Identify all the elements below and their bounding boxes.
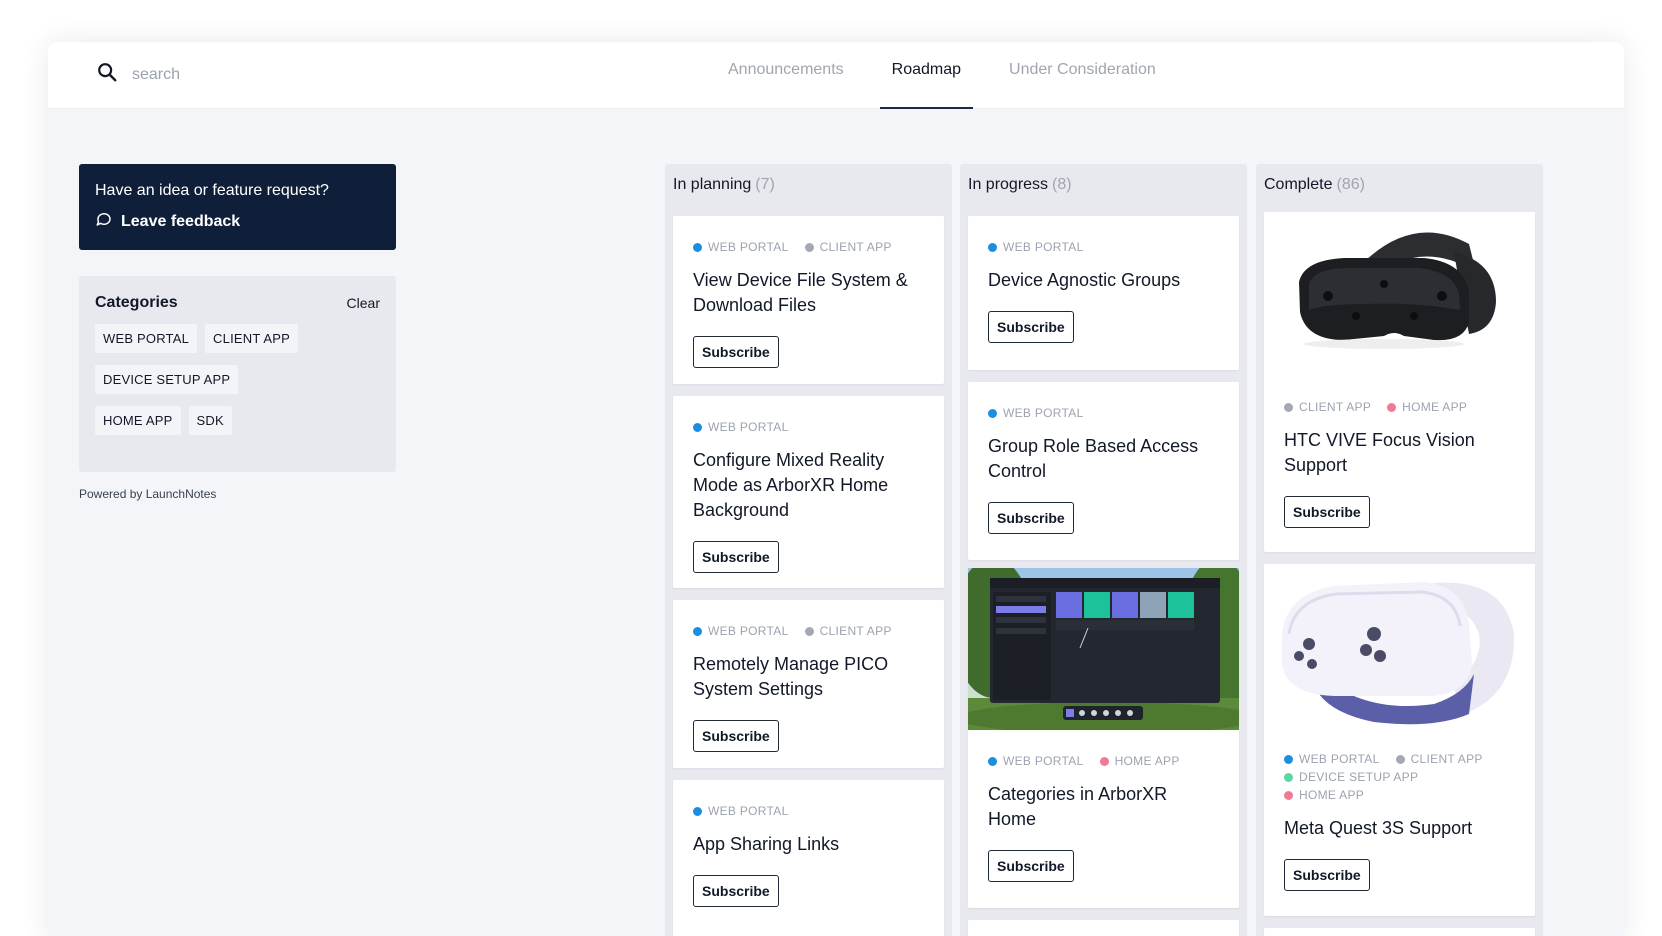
category-chip-web-portal[interactable]: WEB PORTAL	[95, 324, 198, 353]
tag-client-app: CLIENT APP	[1395, 750, 1483, 768]
subscribe-button[interactable]: Subscribe	[988, 850, 1074, 882]
subscribe-button[interactable]: Subscribe	[988, 502, 1074, 534]
roadmap-card[interactable]: WEB PORTAL CLIENT APP DEVICE SETUP APP H…	[1264, 564, 1535, 916]
category-chip-sdk[interactable]: SDK	[188, 406, 232, 435]
search-icon[interactable]	[96, 61, 118, 88]
roadmap-card[interactable]	[1264, 928, 1535, 936]
tag-client-app: CLIENT APP	[1284, 398, 1371, 416]
nav-tabs: Announcements Roadmap Under Consideratio…	[716, 42, 1192, 109]
arborxr-home-screenshot	[968, 568, 1239, 730]
card-title: Configure Mixed Reality Mode as ArborXR …	[693, 450, 889, 520]
card-title: Device Agnostic Groups	[988, 270, 1181, 290]
column-in-planning: In planning (7) WEB PORTAL CLIENT APP Vie…	[665, 164, 952, 936]
subscribe-button[interactable]: Subscribe	[1284, 859, 1370, 891]
card-title: Meta Quest 3S Support	[1284, 818, 1473, 838]
tag-dot	[1284, 402, 1293, 412]
tag-dot	[693, 806, 702, 816]
tag-device-setup-app: DEVICE SETUP APP	[1284, 768, 1418, 786]
tag-dot	[693, 422, 702, 432]
tag-dot	[988, 242, 997, 252]
card-title: App Sharing Links	[693, 834, 840, 854]
tag-dot	[1284, 772, 1293, 782]
tag-home-app: HOME APP	[1099, 752, 1180, 770]
card-title: Group Role Based Access Control	[988, 436, 1199, 481]
tag-dot	[1284, 790, 1293, 800]
categories-panel: Categories Clear WEB PORTAL CLIENT APP D…	[79, 276, 396, 472]
roadmap-card[interactable]: WEB PORTAL CLIENT APP Remotely Manage PI…	[673, 600, 944, 768]
tag-dot	[1395, 754, 1405, 764]
category-chip-home-app[interactable]: HOME APP	[95, 406, 181, 435]
tag-dot	[1099, 756, 1109, 766]
subscribe-button[interactable]: Subscribe	[693, 541, 779, 573]
vr-headset-white-image	[1264, 564, 1535, 726]
category-chip-client-app[interactable]: CLIENT APP	[205, 324, 298, 353]
column-count: (8)	[1052, 176, 1072, 193]
leave-feedback-link[interactable]: Leave feedback	[95, 210, 380, 233]
tag-web-portal: WEB PORTAL	[693, 238, 789, 256]
roadmap-card[interactable]: WEB PORTAL Group Role Based Access Contr…	[968, 382, 1239, 560]
roadmap-card[interactable]: WEB PORTAL Device Agnostic Groups Subscr…	[968, 216, 1239, 370]
tag-dot	[804, 626, 814, 636]
tag-dot	[804, 242, 814, 252]
roadmap-card[interactable]: WEB PORTAL App Sharing Links Subscribe	[673, 780, 944, 936]
tag-dot	[693, 626, 702, 636]
roadmap-card[interactable]: WEB PORTAL CLIENT APP View Device File S…	[673, 216, 944, 384]
feedback-question: Have an idea or feature request?	[95, 182, 329, 199]
tab-under-consideration[interactable]: Under Consideration	[997, 42, 1168, 109]
feedback-box: Have an idea or feature request? Leave f…	[79, 164, 396, 250]
card-title: HTC VIVE Focus Vision Support	[1284, 430, 1475, 475]
tag-web-portal: WEB PORTAL	[1284, 750, 1380, 768]
column-in-progress: In progress (8) WEB PORTAL Device Agnosti…	[960, 164, 1247, 936]
tag-dot	[693, 242, 702, 252]
vr-headset-black-image	[1264, 212, 1535, 374]
tag-home-app: HOME APP	[1284, 786, 1364, 804]
tag-dot	[988, 408, 997, 418]
subscribe-button[interactable]: Subscribe	[988, 311, 1074, 343]
categories-title: Categories	[95, 294, 178, 311]
powered-by: Powered by LaunchNotes	[79, 487, 217, 501]
leave-feedback-label: Leave feedback	[121, 212, 241, 230]
card-title: Categories in ArborXR Home	[988, 784, 1168, 829]
roadmap-card[interactable]	[968, 920, 1239, 936]
tag-dot	[1387, 402, 1397, 412]
tag-web-portal: WEB PORTAL	[988, 404, 1084, 422]
column-title: In progress	[968, 176, 1049, 193]
tag-client-app: CLIENT APP	[804, 238, 892, 256]
tag-web-portal: WEB PORTAL	[988, 752, 1084, 770]
card-title: View Device File System & Download Files	[693, 270, 908, 315]
tag-web-portal: WEB PORTAL	[693, 418, 789, 436]
search-input[interactable]	[132, 65, 432, 84]
app-frame: Announcements Roadmap Under Consideratio…	[48, 42, 1624, 936]
tag-home-app: HOME APP	[1387, 398, 1467, 416]
clear-categories-button[interactable]: Clear	[347, 295, 380, 311]
category-chip-device-setup-app[interactable]: DEVICE SETUP APP	[95, 365, 239, 394]
tag-web-portal: WEB PORTAL	[693, 802, 789, 820]
column-count: (7)	[755, 176, 775, 193]
tag-client-app: CLIENT APP	[804, 622, 892, 640]
roadmap-card[interactable]: WEB PORTAL Configure Mixed Reality Mode …	[673, 396, 944, 588]
subscribe-button[interactable]: Subscribe	[693, 336, 779, 368]
column-title: Complete	[1264, 176, 1333, 193]
tag-web-portal: WEB PORTAL	[988, 238, 1084, 256]
tag-dot	[988, 756, 997, 766]
tab-roadmap[interactable]: Roadmap	[879, 42, 974, 109]
column-title: In planning	[673, 176, 752, 193]
column-complete: Complete (86) CLIENT APP HOME APP HTC VI…	[1256, 164, 1543, 936]
roadmap-card[interactable]: CLIENT APP HOME APP HTC VIVE Focus Visio…	[1264, 212, 1535, 552]
roadmap-card[interactable]: WEB PORTAL HOME APP Categories in ArborX…	[968, 568, 1239, 908]
column-count: (86)	[1336, 176, 1365, 193]
tag-web-portal: WEB PORTAL	[693, 622, 789, 640]
card-title: Remotely Manage PICO System Settings	[693, 654, 889, 699]
category-chips: WEB PORTAL CLIENT APP DEVICE SETUP APP H…	[95, 324, 335, 447]
tab-announcements[interactable]: Announcements	[716, 42, 856, 109]
subscribe-button[interactable]: Subscribe	[1284, 496, 1370, 528]
chat-bubble-icon	[95, 210, 121, 233]
subscribe-button[interactable]: Subscribe	[693, 720, 779, 752]
subscribe-button[interactable]: Subscribe	[693, 875, 779, 907]
search-bar	[96, 61, 432, 88]
top-bar: Announcements Roadmap Under Consideratio…	[48, 42, 1624, 109]
tag-dot	[1284, 754, 1293, 764]
